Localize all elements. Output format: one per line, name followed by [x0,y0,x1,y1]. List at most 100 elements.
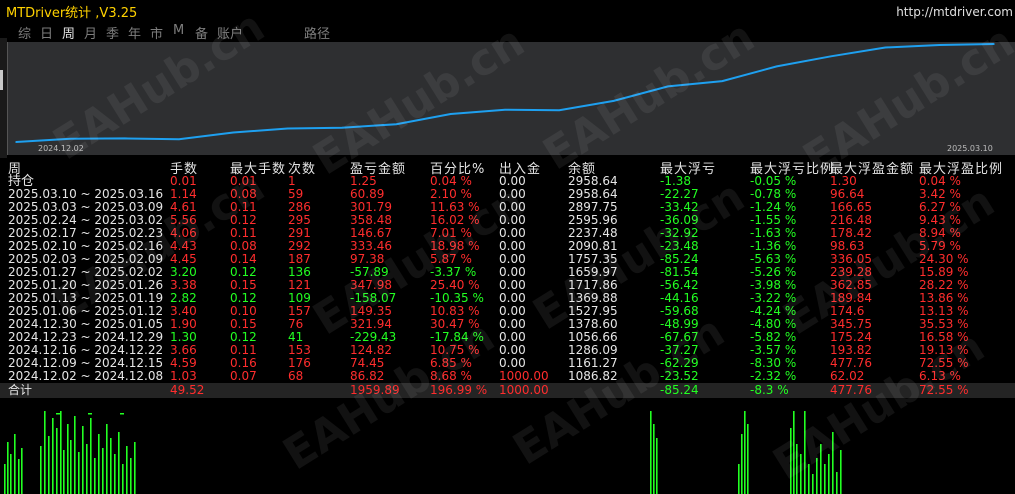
bg-bar-37 [747,424,749,494]
equity-point-2 [123,137,126,140]
cell-ddpct: -8.3 % [750,383,789,397]
equity-point-13 [721,80,724,82]
bg-bar-50 [836,472,838,494]
bg-bar-10 [56,428,58,494]
bg-bar-51 [840,450,842,494]
tab-10[interactable]: 路径 [304,23,330,42]
bg-bar-45 [816,458,818,494]
bg-bar-42 [804,411,806,494]
bg-bar-12 [63,450,65,494]
cell-fppct: 72.55 % [919,383,969,397]
bg-bar-4 [18,459,20,494]
bg-bar-27 [122,464,124,494]
cell-lots: 1.03 [170,369,197,383]
bg-tick-1 [88,413,92,415]
bg-bar-7 [44,411,46,494]
bg-bar-47 [824,464,826,494]
bg-bar-33 [656,438,658,494]
bg-bar-3 [14,434,16,494]
equity-point-7 [395,123,398,125]
panel-left-marker [0,70,3,90]
x-axis-end-date: 2025.03.10 [947,144,993,153]
panel-left-shade [0,38,7,158]
bg-bar-8 [48,436,50,494]
cell-dep: 1000.00 [499,383,549,397]
cell-bal: 1086.82 [568,369,618,383]
tab-0[interactable]: 综 [18,23,31,42]
cell-maxfp: 62.02 [830,369,865,383]
tab-5[interactable]: 年 [128,23,141,42]
x-axis-start-date: 2024.12.02 [38,144,84,153]
tab-6[interactable]: 市 [150,23,163,42]
bg-bar-23 [106,424,108,494]
equity-point-18 [993,43,995,45]
bg-bar-2 [10,454,12,494]
bg-bar-40 [796,444,798,494]
equity-point-3 [178,138,180,141]
cell-maxdd: -23.52 [660,369,699,383]
bg-bar-9 [52,418,54,494]
bg-bar-36 [744,411,746,494]
cell-pnl: 86.82 [350,369,385,383]
bg-bar-21 [98,434,100,494]
tab-3[interactable]: 月 [84,23,97,42]
bg-bar-17 [82,426,84,494]
equity-point-0 [15,141,17,143]
app-url-link[interactable]: http://mtdriver.com [896,5,1013,19]
bg-bar-48 [828,454,830,494]
bg-bar-32 [653,424,655,494]
app-title: MTDriver统计 ,V3.25 [6,6,138,21]
tab-8[interactable]: 备 [195,23,208,42]
bg-bar-39 [793,411,795,494]
equity-point-15 [830,55,832,58]
equity-point-4 [232,131,235,134]
equity-line [15,43,995,143]
equity-curve-svg [15,43,995,143]
equity-point-14 [775,65,778,68]
bg-bar-1 [7,442,9,494]
equity-point-17 [938,44,941,46]
total-row: 合计 49.52 1959.89 196.99 % 1000.00 -85.24 -8.3 … [0,384,1015,397]
cell-pct: 196.99 % [430,383,488,397]
bg-bar-43 [808,464,810,494]
bg-tick-0 [56,413,60,415]
bg-bar-13 [67,424,69,494]
bg-bar-35 [741,434,743,494]
cell-maxdd: -85.24 [660,383,699,397]
equity-point-16 [884,46,887,49]
bg-bar-6 [40,446,42,494]
cell-pnl: 1959.89 [350,383,400,397]
equity-point-6 [341,126,343,129]
bg-bar-19 [90,418,92,494]
bg-bar-22 [102,448,104,494]
cell-period: 合计 [8,383,33,397]
bg-bar-46 [820,444,822,494]
bg-bar-16 [78,452,80,494]
bg-bar-29 [130,458,132,494]
bg-bar-24 [110,438,112,494]
weekly-stats-table: 周手数 最大手数 次数 盈亏金额 百分比% 出入金 余额 最大浮亏 最大浮亏比例 最大浮盈金额 最大… [0,155,1015,413]
bg-bar-25 [114,454,116,494]
cell-count: 68 [288,369,304,383]
bg-bar-31 [650,411,652,494]
bg-bar-44 [812,474,814,494]
background-volume-bars [4,411,842,494]
bg-bar-49 [832,432,834,494]
equity-point-8 [449,113,452,115]
cell-dep: 1000.00 [499,369,549,383]
equity-point-10 [558,109,561,111]
tab-4[interactable]: 季 [106,23,119,42]
bg-bar-5 [21,448,23,494]
week-row: 2024.12.02 ~ 2024.12.08 1.03 0.07 68 86.82 8.… [0,370,1015,383]
tab-1[interactable]: 日 [40,23,53,42]
bg-bar-14 [70,440,72,494]
tab-7[interactable]: M [173,23,184,38]
bg-bar-41 [800,454,802,494]
bg-bar-11 [60,411,62,494]
cell-pct: 8.68 % [430,369,472,383]
equity-point-1 [69,138,72,140]
tab-2[interactable]: 周 [62,23,75,42]
tab-9[interactable]: 账户 [217,23,243,42]
bg-bar-28 [126,446,128,494]
equity-point-11 [612,100,615,102]
